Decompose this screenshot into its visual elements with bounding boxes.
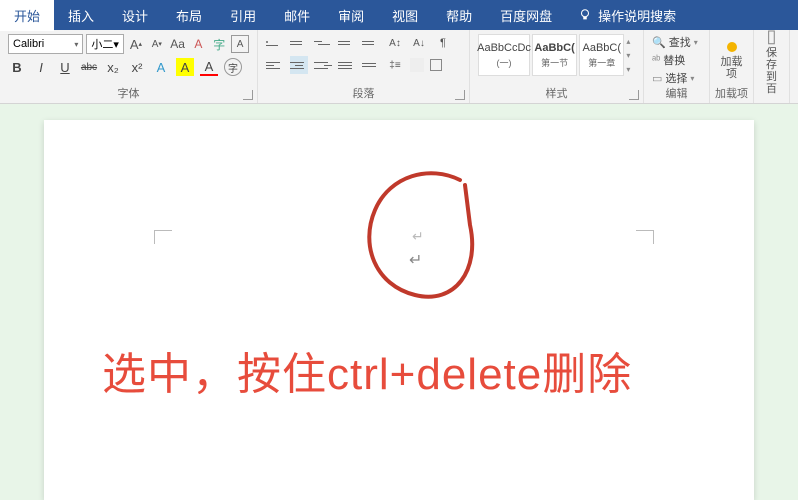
- tab-view[interactable]: 视图: [378, 0, 432, 31]
- group-paragraph: A↕ A↓ ¶ ‡≡ 段落: [258, 30, 470, 103]
- group-baidu: ▯ 保存到百: [754, 30, 790, 103]
- group-addins: 加载项 加载项: [710, 30, 754, 103]
- tab-insert[interactable]: 插入: [54, 0, 108, 31]
- style-heading1[interactable]: AaBbC( 第一节: [532, 34, 577, 76]
- increase-indent-button[interactable]: [362, 34, 380, 52]
- superscript-button[interactable]: x²: [128, 58, 146, 76]
- tell-me-label: 操作说明搜索: [598, 6, 676, 25]
- annotation-text: 选中，按住ctrl+delete删除: [102, 338, 632, 402]
- addin-icon[interactable]: [727, 42, 737, 52]
- tell-me-search[interactable]: 操作说明搜索: [578, 6, 676, 25]
- document-area: ↵ ↵ 选中，按住ctrl+delete删除: [0, 104, 798, 500]
- styles-scroll-up[interactable]: ▴: [626, 37, 635, 46]
- ribbon: Calibri▾ 小二▾ A▴ A▾ Aa A 字 A B I U abc x₂…: [0, 30, 798, 104]
- multilevel-button[interactable]: [314, 34, 332, 52]
- replace-icon: ᵃᵇ: [652, 54, 660, 66]
- align-center-button[interactable]: [290, 56, 308, 74]
- tab-help[interactable]: 帮助: [432, 0, 486, 31]
- decrease-font-button[interactable]: A▾: [148, 35, 166, 53]
- font-name-value: Calibri: [13, 38, 44, 50]
- menu-bar: 开始 插入 设计 布局 引用 邮件 审阅 视图 帮助 百度网盘 操作说明搜索: [0, 0, 798, 30]
- style-name: (一): [497, 56, 512, 69]
- annotation-circle: [350, 160, 500, 310]
- font-name-select[interactable]: Calibri ▾: [8, 34, 83, 54]
- decrease-indent-button[interactable]: [338, 34, 356, 52]
- font-group-label: 字体: [0, 85, 257, 101]
- show-marks-button[interactable]: ¶: [434, 34, 452, 52]
- text-effects-button[interactable]: A: [152, 58, 170, 76]
- style-heading2[interactable]: AaBbC( 第一章: [579, 34, 624, 76]
- style-preview: AaBbCcDc: [477, 42, 531, 54]
- styles-group-label: 样式: [470, 85, 643, 101]
- lightbulb-icon: [578, 8, 592, 22]
- style-name: 第一节: [541, 56, 568, 69]
- tab-baidu[interactable]: 百度网盘: [486, 0, 566, 31]
- margin-marker-tr: [636, 230, 654, 244]
- styles-scroll-down[interactable]: ▾: [626, 51, 635, 60]
- replace-button[interactable]: ᵃᵇ替换: [652, 52, 701, 68]
- enclose-char-button[interactable]: 字: [224, 58, 242, 76]
- align-right-button[interactable]: [314, 56, 332, 74]
- save-icon[interactable]: ▯: [767, 26, 777, 47]
- styles-dialog-launcher[interactable]: [629, 90, 639, 100]
- tab-design[interactable]: 设计: [108, 0, 162, 31]
- asian-layout-button[interactable]: A↕: [386, 34, 404, 52]
- group-styles: AaBbCcDc (一) AaBbC( 第一节 AaBbC( 第一章 ▴ ▾ ▾…: [470, 30, 644, 103]
- select-button[interactable]: ▭选择▾: [652, 70, 701, 86]
- editing-group-label: 编辑: [644, 85, 709, 101]
- style-preview: AaBbC(: [583, 42, 622, 54]
- paragraph-dialog-launcher[interactable]: [455, 90, 465, 100]
- addins-group-label: 加载项: [710, 85, 753, 101]
- line-spacing-button[interactable]: ‡≡: [386, 56, 404, 74]
- addin-button-label[interactable]: 加载项: [718, 56, 745, 80]
- font-dialog-launcher[interactable]: [243, 90, 253, 100]
- style-preview: AaBbC(: [534, 42, 574, 54]
- numbering-button[interactable]: [290, 34, 308, 52]
- search-icon: 🔍: [652, 36, 666, 49]
- baidu-save-label[interactable]: 保存到百: [762, 47, 781, 95]
- group-editing: 🔍查找▾ ᵃᵇ替换 ▭选择▾ 编辑: [644, 30, 710, 103]
- change-case-button[interactable]: Aa: [169, 35, 187, 53]
- font-size-select[interactable]: 小二▾: [86, 34, 124, 54]
- document-page[interactable]: ↵ ↵ 选中，按住ctrl+delete删除: [44, 120, 754, 500]
- borders-button[interactable]: [430, 59, 442, 71]
- style-normal[interactable]: AaBbCcDc (一): [478, 34, 530, 76]
- chevron-down-icon: ▾: [113, 38, 119, 51]
- bold-button[interactable]: B: [8, 58, 26, 76]
- tab-review[interactable]: 审阅: [324, 0, 378, 31]
- chevron-down-icon: ▾: [74, 40, 78, 49]
- cursor-icon: ▭: [652, 72, 662, 85]
- tab-layout[interactable]: 布局: [162, 0, 216, 31]
- underline-button[interactable]: U: [56, 58, 74, 76]
- margin-marker-tl: [154, 230, 172, 244]
- clear-format-button[interactable]: A: [190, 35, 208, 53]
- phonetic-button[interactable]: 字: [210, 35, 228, 53]
- char-border-button[interactable]: A: [231, 35, 249, 53]
- italic-button[interactable]: I: [32, 58, 50, 76]
- font-size-value: 小二: [91, 36, 113, 52]
- group-font: Calibri▾ 小二▾ A▴ A▾ Aa A 字 A B I U abc x₂…: [0, 30, 258, 103]
- shading-button[interactable]: [410, 58, 424, 72]
- styles-expand[interactable]: ▾: [626, 65, 635, 74]
- highlight-button[interactable]: A: [176, 58, 194, 76]
- justify-button[interactable]: [338, 56, 356, 74]
- font-color-button[interactable]: A: [200, 58, 218, 76]
- tab-mailings[interactable]: 邮件: [270, 0, 324, 31]
- distributed-button[interactable]: [362, 56, 380, 74]
- strike-button[interactable]: abc: [80, 58, 98, 76]
- increase-font-button[interactable]: A▴: [127, 35, 145, 53]
- subscript-button[interactable]: x₂: [104, 58, 122, 76]
- style-name: 第一章: [588, 56, 615, 69]
- find-button[interactable]: 🔍查找▾: [652, 34, 701, 50]
- paragraph-group-label: 段落: [258, 85, 469, 101]
- align-left-button[interactable]: [266, 56, 284, 74]
- sort-button[interactable]: A↓: [410, 34, 428, 52]
- tab-home[interactable]: 开始: [0, 0, 54, 31]
- bullets-button[interactable]: [266, 34, 284, 52]
- tab-references[interactable]: 引用: [216, 0, 270, 31]
